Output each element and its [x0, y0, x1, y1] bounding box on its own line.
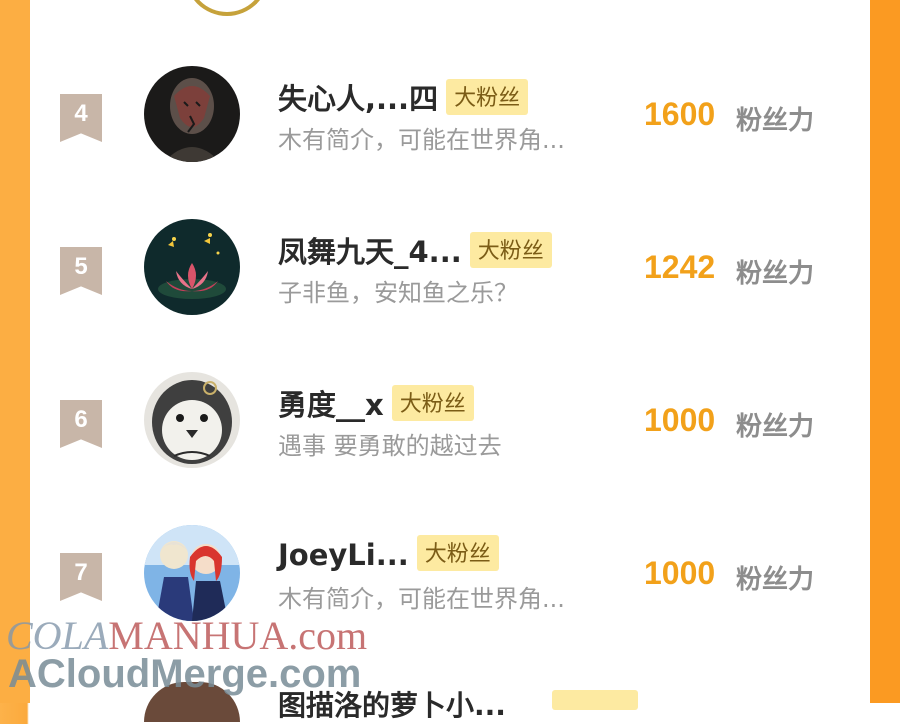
fan-score: 1000 [644, 402, 716, 438]
watermark-line-2: ACloudMerge.com [8, 652, 362, 696]
fan-score-unit: 粉丝力 [736, 106, 815, 136]
user-name[interactable]: JoeyLi... 大粉丝 [278, 535, 499, 572]
rank-badge: 5 [60, 247, 102, 295]
user-name[interactable]: 失心人,...四 大粉丝 [278, 76, 529, 118]
rank-badge: 4 [60, 94, 102, 142]
user-bio: 木有简介，可能在世界角... [278, 585, 565, 613]
user-bio: 木有简介，可能在世界角... [278, 126, 565, 154]
fan-level-badge-partial [552, 690, 638, 710]
fan-level-badge: 大粉丝 [391, 385, 474, 421]
list-item[interactable]: 5 凤舞九天_4... 大粉丝 子非鱼，安知鱼之乐？ 1242 粉丝力 [30, 215, 870, 325]
fan-level-badge: 大粉丝 [469, 232, 552, 268]
right-border [870, 0, 900, 703]
rank-badge: 7 [60, 553, 102, 601]
list-item[interactable]: 6 勇度__x 大粉丝 遇事 要勇敢的越过去 1000 粉丝力 [30, 368, 870, 478]
user-name-text: JoeyLi... [278, 538, 409, 572]
user-name-text: 失心人,...四 [278, 82, 439, 116]
avatar[interactable] [144, 525, 240, 621]
fan-score: 1242 [644, 249, 716, 285]
fan-score-unit: 粉丝力 [736, 259, 815, 289]
fan-level-badge: 大粉丝 [446, 79, 529, 115]
fan-score-unit: 粉丝力 [736, 412, 815, 442]
user-bio: 子非鱼，安知鱼之乐？ [278, 279, 518, 307]
list-item[interactable]: 4 失心人,...四 大粉丝 木有简介，可能在世界角... 1600 粉丝力 [30, 62, 870, 172]
fan-score: 1000 [644, 555, 716, 591]
avatar-rank-3-partial [185, 0, 269, 16]
left-border [0, 0, 30, 703]
user-name[interactable]: 勇度__x 大粉丝 [278, 382, 474, 424]
fan-score-unit: 粉丝力 [736, 565, 815, 595]
fan-score: 1600 [644, 96, 716, 132]
user-name-text: 勇度__x [278, 388, 384, 422]
avatar[interactable] [144, 219, 240, 315]
avatar[interactable] [144, 66, 240, 162]
user-name-text: 凤舞九天_4... [278, 235, 462, 269]
user-bio: 遇事 要勇敢的越过去 [278, 432, 502, 460]
fan-level-badge: 大粉丝 [416, 535, 499, 571]
ranking-panel: 4 失心人,...四大粉丝 木有简介，可能在世界角... 1600 粉丝力 5 [30, 0, 870, 703]
user-name[interactable]: 凤舞九天_4... 大粉丝 [278, 229, 552, 271]
rank-badge: 6 [60, 400, 102, 448]
avatar[interactable] [144, 372, 240, 468]
